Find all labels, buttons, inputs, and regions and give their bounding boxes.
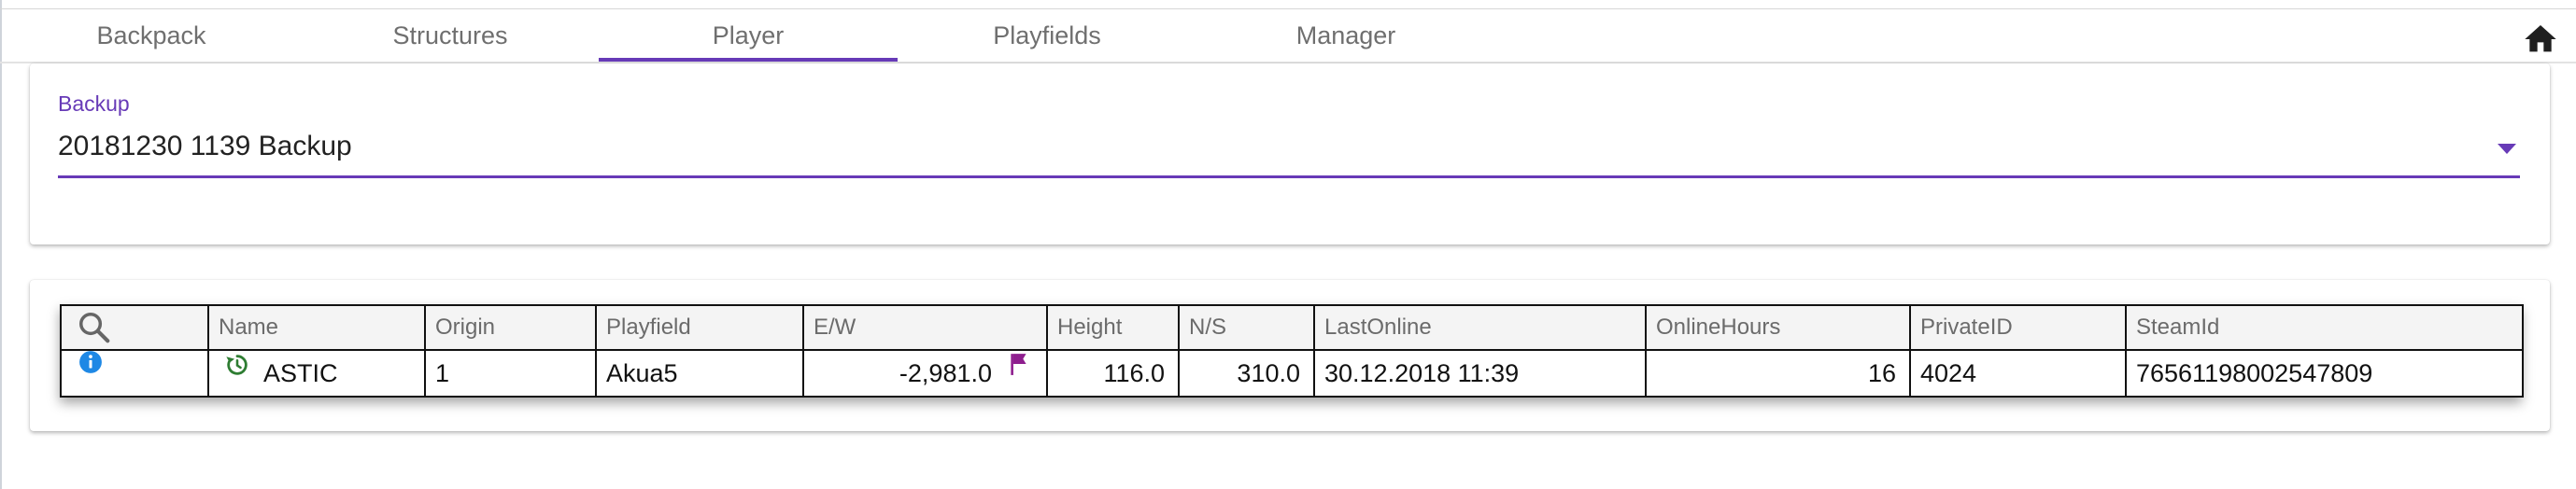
cell-height: 116.0 [1046, 349, 1180, 398]
column-header-origin[interactable]: Origin [424, 304, 597, 351]
player-table-card: Name Origin Playfield E/W Height N/S Las… [30, 280, 2550, 431]
row-info-cell [60, 349, 209, 398]
cell-private-id: 4024 [1909, 349, 2127, 398]
column-header-height[interactable]: Height [1046, 304, 1180, 351]
backup-select-underline [58, 175, 2520, 178]
column-header-ns[interactable]: N/S [1178, 304, 1315, 351]
player-table: Name Origin Playfield E/W Height N/S Las… [60, 304, 2524, 398]
cell-ns: 310.0 [1178, 349, 1315, 398]
flag-icon[interactable] [1009, 352, 1029, 376]
chevron-down-icon[interactable] [2498, 144, 2516, 154]
column-header-name[interactable]: Name [207, 304, 426, 351]
column-header-ew[interactable]: E/W [802, 304, 1048, 351]
cell-origin: 1 [424, 349, 597, 398]
search-icon[interactable] [77, 310, 112, 345]
tab-structures[interactable]: Structures [301, 9, 600, 62]
column-header-last-online[interactable]: LastOnline [1313, 304, 1647, 351]
info-icon[interactable] [78, 350, 103, 374]
window-edge [0, 0, 2, 489]
backup-select[interactable]: 20181230 1139 Backup [58, 131, 352, 162]
column-header-playfield[interactable]: Playfield [595, 304, 804, 351]
tab-playfields[interactable]: Playfields [898, 9, 1196, 62]
restore-icon[interactable] [224, 352, 250, 378]
backup-label: Backup [58, 91, 130, 116]
column-header-steam-id[interactable]: SteamId [2125, 304, 2524, 351]
search-column-header[interactable] [60, 304, 209, 351]
column-header-online-hours[interactable]: OnlineHours [1645, 304, 1911, 351]
cell-playfield: Akua5 [595, 349, 804, 398]
cell-name: ASTIC [207, 349, 426, 398]
cell-online-hours: 16 [1645, 349, 1911, 398]
cell-ew: -2,981.0 [802, 349, 1048, 398]
backup-card: Backup 20181230 1139 Backup [30, 63, 2550, 244]
tab-backpack[interactable]: Backpack [2, 9, 301, 62]
cell-last-online: 30.12.2018 11:39 [1313, 349, 1647, 398]
cell-steam-id: 76561198002547809 [2125, 349, 2524, 398]
player-name: ASTIC [263, 358, 338, 387]
table-header-row: Name Origin Playfield E/W Height N/S Las… [60, 304, 2524, 351]
tab-manager[interactable]: Manager [1196, 9, 1495, 62]
home-icon[interactable] [2522, 21, 2559, 58]
ew-value: -2,981.0 [899, 358, 992, 387]
player-grid: Name Origin Playfield E/W Height N/S Las… [60, 304, 2524, 398]
tab-player[interactable]: Player [599, 9, 898, 62]
table-row[interactable]: ASTIC 1 Akua5 -2,981.0 116.0 310.0 30.12… [60, 349, 2524, 398]
column-header-private-id[interactable]: PrivateID [1909, 304, 2127, 351]
